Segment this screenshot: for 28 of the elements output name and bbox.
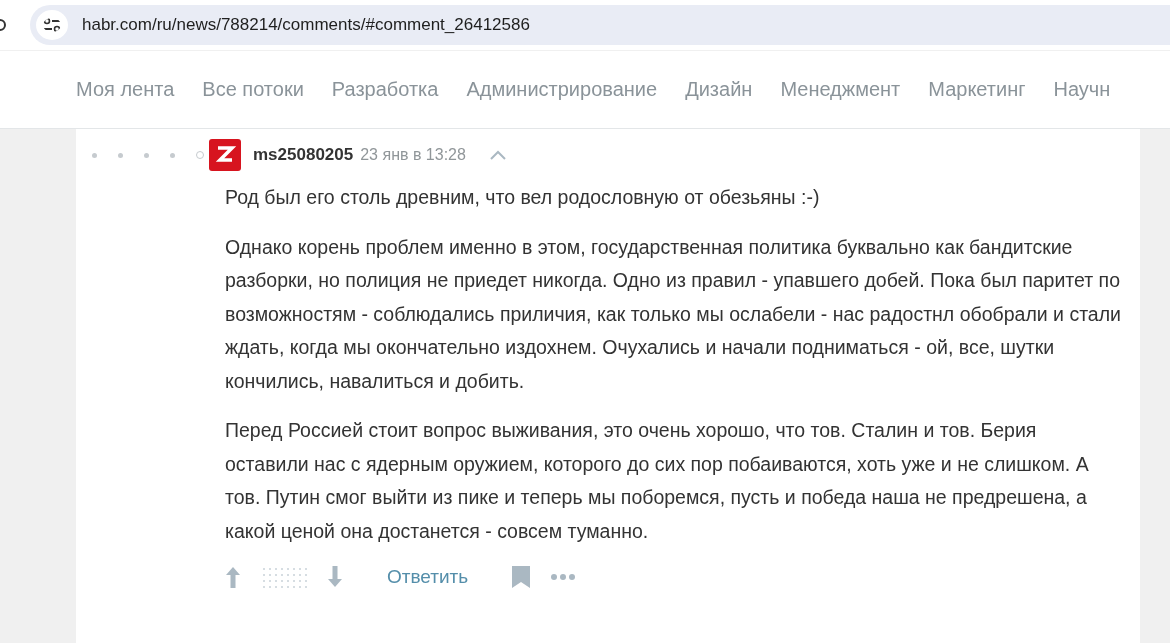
avatar[interactable] (209, 139, 241, 171)
reload-icon[interactable] (0, 17, 8, 33)
thread-dot-marker[interactable] (170, 152, 175, 158)
downvote-arrow-icon[interactable] (327, 566, 343, 588)
upvote-arrow-icon[interactable] (225, 566, 241, 588)
caret-up-icon[interactable] (489, 150, 506, 160)
more-icon[interactable] (550, 573, 577, 581)
comment-time[interactable]: 23 янв в 13:28 (360, 146, 466, 164)
thread-dot-marker[interactable] (118, 152, 123, 158)
url-text: habr.com/ru/news/788214/comments/#comment_26412586 (82, 15, 530, 35)
nav-link[interactable]: Моя лента (76, 78, 175, 101)
comment-paragraph: Род был его столь древним, что вел родословную от обезьяны :-) (225, 185, 821, 210)
comment-paragraph: Перед Россией стоит вопрос выживания, это очень хорошо, что тов. Сталин и тов. Берия оставили нас с ядерным оружием, которого до сих пор побаиваются, хоть уже и не слишком. А тов. Путин смог выйти из пике и теперь мы поборемся, пусть и победа наша не предрешена, а какой ценой она достанется - совсем туманно. (225, 418, 1090, 544)
thread-dot-marker[interactable] (144, 152, 149, 158)
nav-link[interactable]: Научн (1053, 78, 1111, 101)
nav-link[interactable]: Администрирование (466, 78, 658, 101)
address-field[interactable]: habr.com/ru/news/788214/comments/#comment_26412586 (30, 5, 1170, 45)
site-settings-icon[interactable] (36, 10, 68, 40)
nav-link[interactable]: Разработка (331, 78, 439, 101)
bookmark-icon[interactable] (512, 566, 531, 588)
nav-link[interactable]: Все потоки (202, 78, 304, 101)
reply-link[interactable]: Ответить (387, 566, 469, 588)
nav-link[interactable]: Маркетинг (928, 78, 1026, 101)
thread-dot-marker[interactable] (92, 152, 97, 158)
comment-paragraph: Однако корень проблем именно в этом, государственная политика буквально как бандитские разборки, но полиция не приедет никогда. Одно из правил - упавшего добей. Пока был паритет по возможностям - соблюдались приличия, как только мы ослабели - нас радостнл обобрали и стали ждать, когда мы окончательно издохнем. Очухались и начали подниматься - ой, все, шутки кончились, навалиться и добить. (225, 234, 1122, 394)
nav-link[interactable]: Дизайн (685, 78, 753, 101)
author-name[interactable]: ms25080205 (253, 145, 354, 165)
nav-link[interactable]: Менеджмент (780, 78, 901, 101)
